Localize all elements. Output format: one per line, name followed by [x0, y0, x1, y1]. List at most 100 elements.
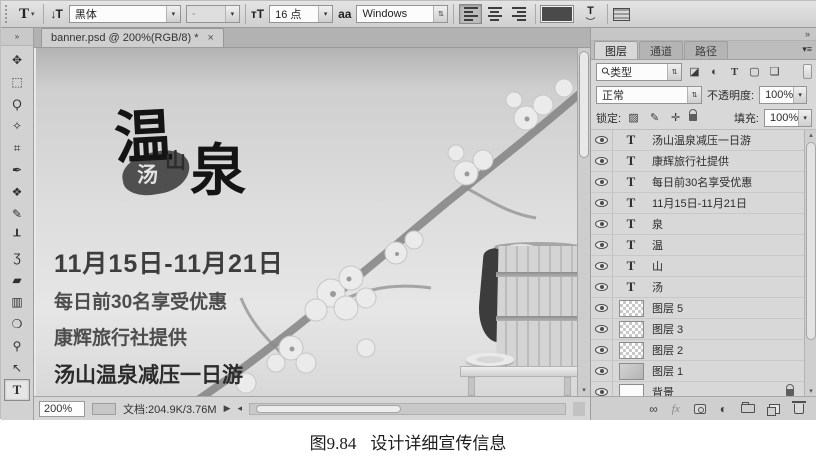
font-family-select[interactable]: 黑体 ▾: [69, 5, 181, 23]
zoom-level-field[interactable]: 200%: [39, 401, 85, 417]
updown-arrows-icon[interactable]: ⇅: [667, 64, 681, 80]
visibility-toggle[interactable]: [591, 340, 613, 360]
chevron-down-icon[interactable]: ▾: [225, 6, 239, 22]
visibility-toggle[interactable]: [591, 277, 613, 297]
panel-dock-collapse-button[interactable]: »: [591, 28, 816, 41]
lock-all-icon[interactable]: [689, 114, 697, 121]
new-group-icon[interactable]: [741, 404, 755, 413]
layers-scrollbar[interactable]: ▴ ▾: [804, 130, 816, 396]
filter-smart-object-icon[interactable]: ❏: [767, 65, 782, 78]
lock-position-icon[interactable]: ✛: [668, 111, 683, 124]
panel-menu-icon[interactable]: ▾≡: [802, 44, 812, 55]
updown-arrows-icon[interactable]: ⇅: [433, 6, 447, 22]
toolbox-collapse-button[interactable]: »: [1, 28, 33, 46]
visibility-toggle[interactable]: [591, 151, 613, 171]
eyedropper-tool[interactable]: ✒: [4, 159, 30, 181]
panel-tab-channels[interactable]: 通道: [639, 41, 683, 59]
layer-row[interactable]: 图层 5: [591, 298, 804, 319]
dodge-tool[interactable]: ⚲: [4, 335, 30, 357]
document-tab[interactable]: banner.psd @ 200%(RGB/8) * ×: [41, 28, 224, 47]
chevron-down-icon[interactable]: ▾: [793, 87, 806, 103]
opacity-select[interactable]: 100% ▾: [759, 86, 807, 104]
visibility-toggle[interactable]: [591, 319, 613, 339]
panel-tab-paths[interactable]: 路径: [684, 41, 728, 59]
filter-pixel-layers-icon[interactable]: ◪: [687, 65, 702, 78]
layer-row[interactable]: T温: [591, 235, 804, 256]
layer-row[interactable]: 背景: [591, 382, 804, 396]
align-center-button[interactable]: [483, 4, 506, 24]
scroll-up-icon[interactable]: ▴: [805, 131, 816, 139]
panel-tab-layers[interactable]: 图层: [594, 41, 638, 59]
close-icon[interactable]: ×: [208, 32, 214, 44]
type-tool[interactable]: T: [4, 379, 30, 401]
anti-alias-select[interactable]: Windows ⇅: [356, 5, 448, 23]
gradient-tool[interactable]: ▥: [4, 291, 30, 313]
visibility-toggle[interactable]: [591, 193, 613, 213]
new-layer-icon[interactable]: [769, 404, 780, 414]
chevron-down-icon[interactable]: ▾: [166, 6, 180, 22]
scroll-left-icon[interactable]: ◂: [237, 403, 242, 414]
visibility-toggle[interactable]: [591, 256, 613, 276]
layer-row[interactable]: T每日前30名享受优惠: [591, 172, 804, 193]
layer-row[interactable]: T泉: [591, 214, 804, 235]
chevron-down-icon[interactable]: ▾: [318, 6, 332, 22]
layer-row[interactable]: T11月15日-11月21日: [591, 193, 804, 214]
options-bar-grip[interactable]: [5, 5, 9, 23]
layer-effects-icon[interactable]: fx: [672, 403, 680, 415]
updown-arrows-icon[interactable]: ⇅: [687, 87, 701, 103]
path-selection-tool[interactable]: ↖: [4, 357, 30, 379]
quick-selection-tool[interactable]: ✧: [4, 115, 30, 137]
delete-layer-icon[interactable]: [794, 404, 804, 414]
scroll-down-icon[interactable]: ▾: [578, 386, 590, 394]
rectangular-marquee-tool[interactable]: ⬚: [4, 71, 30, 93]
lock-image-pixels-icon[interactable]: ✎: [647, 111, 662, 124]
layer-row[interactable]: T康辉旅行社提供: [591, 151, 804, 172]
history-brush-tool[interactable]: Ʒ: [4, 247, 30, 269]
layer-row[interactable]: T汤山温泉减压一日游: [591, 130, 804, 151]
brush-tool[interactable]: ✎: [4, 203, 30, 225]
filter-type-layers-icon[interactable]: T: [727, 66, 742, 78]
layer-row[interactable]: 图层 2: [591, 340, 804, 361]
chevron-down-icon[interactable]: ▾: [798, 110, 811, 126]
layers-scrollbar-thumb[interactable]: [806, 142, 816, 340]
adjustment-layer-icon[interactable]: ◐: [720, 402, 727, 416]
eraser-tool[interactable]: ▰: [4, 269, 30, 291]
link-layers-icon[interactable]: ∞: [649, 402, 658, 416]
layer-row[interactable]: 图层 3: [591, 319, 804, 340]
canvas[interactable]: 温 泉 汤 山 11月15日-11月21日每日前30名享受优惠康辉旅行社提供汤山…: [34, 48, 577, 396]
align-left-button[interactable]: [459, 4, 482, 24]
layer-row[interactable]: T汤: [591, 277, 804, 298]
lasso-tool[interactable]: Ϙ: [4, 93, 30, 115]
toggle-panels-button[interactable]: [613, 8, 630, 21]
font-size-select[interactable]: 16 点 ▾: [269, 5, 333, 23]
align-right-button[interactable]: [507, 4, 530, 24]
filter-adjustment-layers-icon[interactable]: ◐: [707, 66, 722, 78]
visibility-toggle[interactable]: [591, 382, 613, 396]
blend-mode-select[interactable]: 正常 ⇅: [596, 86, 702, 104]
visibility-toggle[interactable]: [591, 130, 613, 150]
move-tool[interactable]: ✥: [4, 49, 30, 71]
filter-shape-layers-icon[interactable]: ▢: [747, 65, 762, 78]
vertical-scrollbar[interactable]: ▾: [577, 48, 590, 396]
vertical-scrollbar-thumb[interactable]: [579, 51, 589, 158]
text-orientation-icon[interactable]: ↓T: [49, 7, 64, 21]
layer-row[interactable]: 图层 1: [591, 361, 804, 382]
visibility-toggle[interactable]: [591, 172, 613, 192]
visibility-toggle[interactable]: [591, 298, 613, 318]
status-flyout-icon[interactable]: ▶: [224, 403, 231, 414]
visibility-toggle[interactable]: [591, 235, 613, 255]
horizontal-scrollbar-thumb[interactable]: [256, 405, 401, 413]
add-layer-mask-icon[interactable]: [694, 404, 706, 414]
layer-row[interactable]: T山: [591, 256, 804, 277]
fill-select[interactable]: 100% ▾: [764, 109, 812, 127]
visibility-toggle[interactable]: [591, 361, 613, 381]
text-color-swatch[interactable]: [541, 6, 573, 22]
tool-preset-picker[interactable]: T ▾: [16, 5, 38, 24]
filter-kind-select[interactable]: ⚲ 类型 ⇅: [596, 63, 682, 81]
filter-toggle-switch[interactable]: [803, 64, 812, 79]
lock-transparent-pixels-icon[interactable]: ▨: [626, 111, 641, 124]
visibility-toggle[interactable]: [591, 214, 613, 234]
clone-stamp-tool[interactable]: ┸: [4, 225, 30, 247]
blur-tool[interactable]: ❍: [4, 313, 30, 335]
font-style-select[interactable]: - ▾: [186, 5, 240, 23]
